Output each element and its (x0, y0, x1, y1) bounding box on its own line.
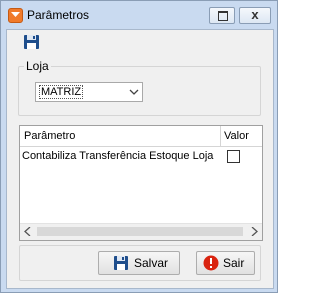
loja-select[interactable]: MATRIZ (35, 82, 143, 102)
parametros-window: Parâmetros x Loja MATRIZ Parâmetro Valor (0, 0, 278, 293)
column-divider[interactable] (220, 126, 221, 146)
scrollbar-thumb[interactable] (37, 227, 243, 236)
save-button-label: Salvar (134, 256, 169, 270)
exit-button-label: Sair (223, 256, 245, 270)
close-button[interactable]: x (239, 7, 271, 24)
floppy-disk-icon[interactable] (23, 34, 41, 50)
loja-select-value: MATRIZ (39, 85, 84, 99)
column-header-parametro[interactable]: Parâmetro (24, 130, 75, 142)
scroll-right-icon[interactable] (251, 227, 258, 236)
column-header-valor[interactable]: Valor (224, 130, 249, 142)
title-bar[interactable]: Parâmetros x (1, 1, 277, 29)
scroll-left-icon[interactable] (24, 227, 31, 236)
exit-icon (203, 255, 219, 271)
exit-button[interactable]: Sair (196, 251, 255, 275)
restore-button[interactable] (209, 7, 235, 24)
floppy-disk-icon (114, 256, 128, 270)
window-content: Loja MATRIZ Parâmetro Valor Contabiliza … (6, 29, 274, 289)
parametros-grid: Parâmetro Valor Contabiliza Transferênci… (19, 125, 263, 241)
loja-label: Loja (24, 59, 51, 73)
valor-checkbox[interactable] (227, 150, 240, 163)
save-button[interactable]: Salvar (98, 251, 180, 275)
horizontal-scrollbar[interactable] (20, 223, 262, 240)
chevron-down-icon (129, 89, 139, 95)
parametro-cell: Contabiliza Transferência Estoque Loja (22, 150, 214, 162)
window-title: Parâmetros (27, 8, 90, 22)
restore-icon (218, 11, 228, 21)
grid-header: Parâmetro Valor (20, 126, 262, 147)
app-menu-icon[interactable] (8, 8, 23, 23)
close-icon: x (251, 7, 259, 22)
table-row[interactable]: Contabiliza Transferência Estoque Loja (20, 148, 262, 166)
